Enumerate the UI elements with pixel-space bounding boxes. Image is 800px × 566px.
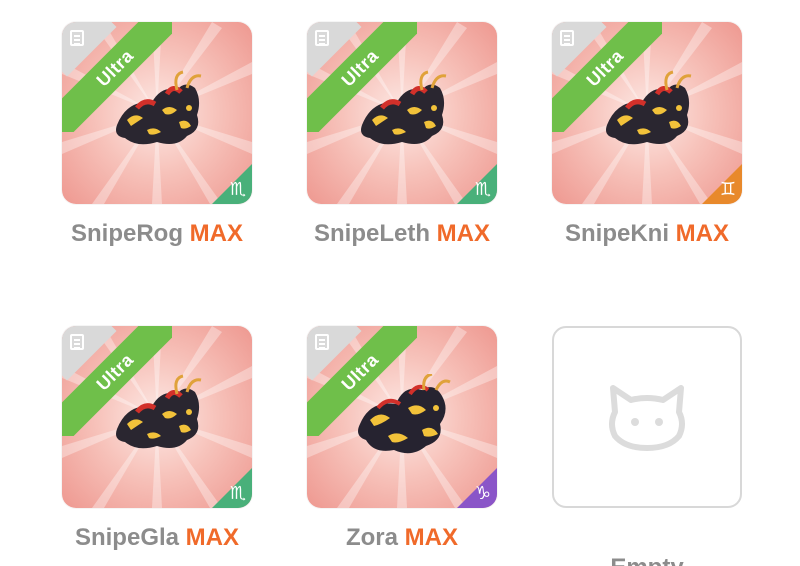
info-document-icon[interactable] [315, 334, 329, 350]
info-document-icon[interactable] [70, 334, 84, 350]
dragon-name: SnipeRog [70, 220, 183, 247]
dragon-card[interactable]: Ultra ♏ [62, 22, 252, 204]
scorpio-icon: ♏ [212, 468, 252, 508]
dragon-slot[interactable]: Ultra ♏ SnipeRog MAX [62, 22, 254, 248]
level-badge: MAX [189, 220, 243, 247]
dragon-name-label: SnipeRog MAX [62, 220, 252, 248]
dragon-image [358, 374, 451, 454]
scorpio-icon: ♏ [457, 164, 497, 204]
dragon-slot[interactable]: Ultra ♊ SnipeKni MAX [552, 22, 744, 248]
empty-card[interactable] [552, 326, 742, 508]
level-badge: MAX [185, 524, 240, 551]
dragon-card[interactable]: Ultra ♏ [307, 22, 497, 204]
dragon-name: SnipeGla [74, 524, 179, 551]
dragon-image [361, 70, 447, 145]
info-document-icon[interactable] [560, 30, 574, 46]
dragon-card[interactable]: Ultra ♏ [62, 326, 252, 508]
dragon-name-label: SnipeLeth MAX [307, 220, 497, 248]
dragon-grid: Ultra ♏ SnipeRog MAX Ultra ♏ SnipeLeth M… [0, 0, 800, 566]
dragon-name: SnipeKni [564, 220, 669, 247]
capricorn-icon: ♑ [457, 468, 497, 508]
level-badge: MAX [436, 220, 491, 247]
dragon-card[interactable]: Ultra ♊ [552, 22, 742, 204]
dragon-name: SnipeLeth [313, 220, 430, 247]
dragon-name-label: SnipeKni MAX [552, 220, 742, 248]
dragon-slot[interactable]: Ultra ♑ Zora MAX [307, 326, 499, 552]
dragon-name-label: Zora MAX [307, 524, 497, 552]
level-badge: MAX [404, 524, 459, 551]
dragon-card[interactable]: Ultra ♑ [307, 326, 497, 508]
info-document-icon[interactable] [315, 30, 329, 46]
dragon-name: Zora [345, 524, 398, 551]
dragon-slot[interactable]: Ultra ♏ SnipeGla MAX [62, 326, 254, 552]
empty-slot[interactable] [552, 326, 744, 508]
gemini-icon: ♊ [702, 164, 742, 204]
dragon-slot[interactable]: Ultra ♏ SnipeLeth MAX [307, 22, 499, 248]
dragon-image [116, 70, 202, 145]
scorpio-icon: ♏ [212, 164, 252, 204]
dragon-image [606, 70, 692, 145]
dragon-name-label: SnipeGla MAX [62, 524, 252, 552]
cat-face-icon [609, 385, 685, 451]
info-document-icon[interactable] [70, 30, 84, 46]
level-badge: MAX [675, 220, 730, 247]
dragon-image [116, 374, 202, 449]
empty-slot-label: Empty [552, 554, 742, 566]
